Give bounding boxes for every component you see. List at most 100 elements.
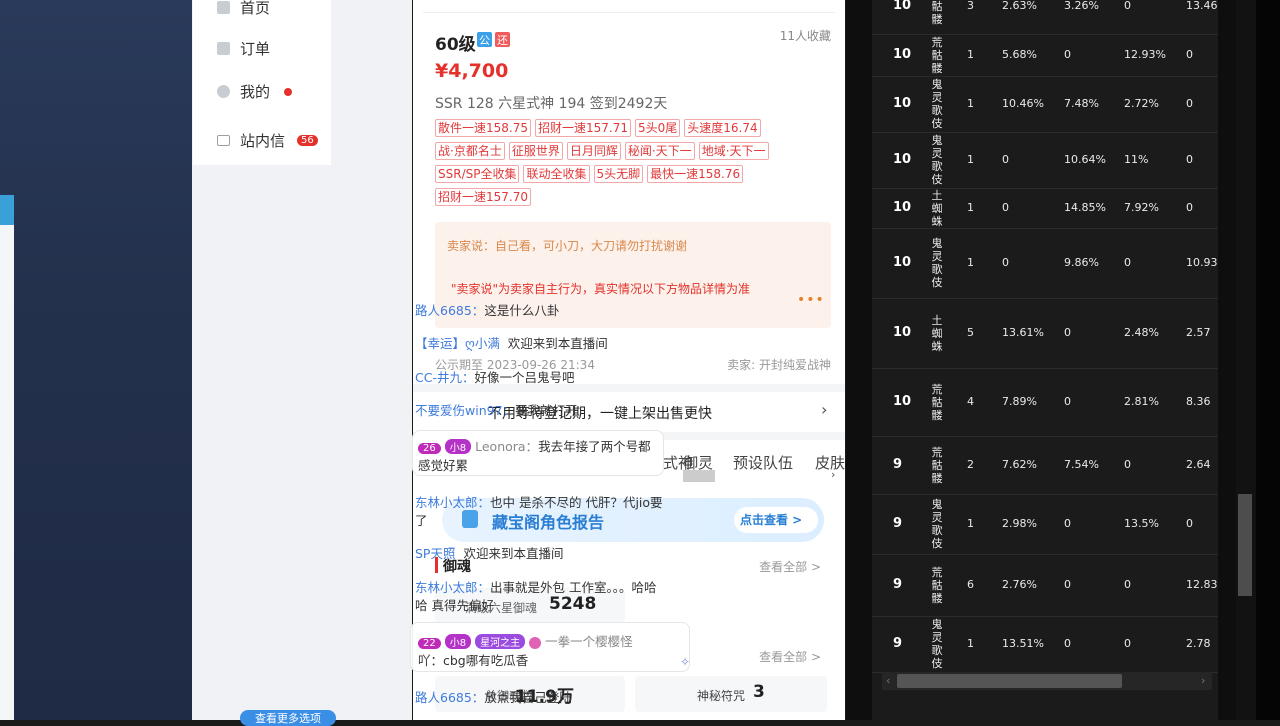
row-divider <box>872 76 1218 77</box>
feature-tag: 招财一速157.70 <box>435 188 531 206</box>
chat-username[interactable]: 路人6685： <box>415 303 484 318</box>
favorite-count[interactable]: 11人收藏 <box>780 27 831 44</box>
chat-text: 要我就打开 <box>515 403 578 418</box>
vertical-scrollbar[interactable] <box>1236 0 1256 720</box>
tab-preset-team[interactable]: 预设队伍 <box>733 452 793 473</box>
feature-tag: SSR/SP全收集 <box>435 165 520 183</box>
horizontal-scroll-thumb[interactable] <box>897 674 1122 688</box>
feature-tag: 联动全收集 <box>523 165 590 183</box>
stat-cell: 2.98% <box>1002 517 1037 530</box>
more-dots-icon[interactable]: ••• <box>797 292 825 308</box>
stat-value: 5248 <box>549 594 597 614</box>
chat-username[interactable]: 不要爱伤win97： <box>415 403 515 418</box>
yuhun-name-cell: 鬼灵歌伎 <box>931 618 943 670</box>
stat-value: 3 <box>753 682 765 702</box>
stat-cell: 0 <box>1002 153 1009 166</box>
chat-username[interactable]: 东林小太郎： <box>415 580 490 595</box>
chat-username[interactable]: SP天照 <box>415 546 455 561</box>
tab-skins[interactable]: 皮肤 <box>815 452 845 473</box>
stat-cell: 7.89% <box>1002 395 1037 408</box>
nav-item-home[interactable]: 首页 <box>217 0 270 18</box>
tab-scroll-thumb[interactable] <box>683 470 715 482</box>
chat-message: 东林小太郎：也中 是杀不尽的 代肝？代jio要 <box>415 492 663 511</box>
nav-item-mine[interactable]: 我的 <box>217 81 293 102</box>
chat-message-continued: 感觉好累 <box>418 458 469 473</box>
feature-tag: 最快一速158.76 <box>647 165 744 183</box>
row-divider <box>872 368 1218 369</box>
stat-cell: 7.54% <box>1064 458 1099 471</box>
yuhun-level-cell: 9 <box>893 577 903 592</box>
yuhun-level-cell: 10 <box>893 96 912 111</box>
yuhun-level-cell: 10 <box>893 325 912 340</box>
yuhun-name-cell: 荒骷髅 <box>931 382 943 422</box>
feature-tag: 战·京都名士 <box>435 142 505 160</box>
chat-text: 放点我自己登陆 <box>484 690 572 705</box>
yuhun-name-cell: 鬼灵歌伎 <box>931 78 943 130</box>
chat-message-continued: 哈 真得先偏好 <box>415 598 494 613</box>
account-level: 60级 <box>435 35 476 55</box>
fan-tag: 小8 <box>444 634 472 649</box>
vertical-scroll-thumb[interactable] <box>1238 494 1252 596</box>
count-cell: 1 <box>967 517 974 530</box>
chat-username[interactable]: Leonora： <box>475 439 538 454</box>
tag-row: 战·京都名士 征服世界 日月同辉 秘闻·天下一 地域·天下一 <box>435 140 773 160</box>
stat-cell: 0 <box>1002 256 1009 269</box>
count-cell: 1 <box>967 153 974 166</box>
bottom-action-button[interactable]: 查看更多选项 <box>240 710 336 726</box>
chat-username[interactable]: 一拳一个樱樱怪 <box>545 634 633 649</box>
feature-tag: 散件一速158.75 <box>435 119 531 137</box>
nav-item-label: 首页 <box>240 0 271 17</box>
scroll-left-icon[interactable]: ‹ <box>886 674 890 687</box>
stat-cell: 2.48% <box>1124 326 1159 339</box>
feature-tag: 征服世界 <box>508 142 563 160</box>
left-side-panel <box>0 195 14 720</box>
view-all-link[interactable]: 查看全部 > <box>759 648 821 665</box>
view-all-link[interactable]: 查看全部 > <box>759 558 821 575</box>
row-divider <box>872 188 1218 189</box>
stat-cell: 13.61% <box>1002 326 1044 339</box>
stat-cell: 2.57 <box>1186 326 1211 339</box>
yuhun-level-cell: 9 <box>893 636 903 651</box>
feature-tag: 5头0尾 <box>635 119 681 137</box>
chat-username[interactable]: CC-井九： <box>415 370 474 385</box>
yuhun-data-table <box>872 0 1218 720</box>
nav-item-orders[interactable]: 订单 <box>217 38 270 59</box>
count-cell: 1 <box>967 637 974 650</box>
tab-scroll-right-icon[interactable]: › <box>831 468 835 481</box>
count-cell: 1 <box>967 201 974 214</box>
stat-cell: 2.76% <box>1002 578 1037 591</box>
honor-badge: 星河之主 <box>475 634 526 649</box>
feature-tag: 秘闻·天下一 <box>624 142 695 160</box>
row-divider <box>872 616 1218 617</box>
yuhun-name-cell: 鬼灵歌伎 <box>931 237 943 289</box>
yuhun-level-cell: 10 <box>893 152 912 167</box>
stat-cell: 0 <box>1002 201 1009 214</box>
user-icon <box>217 85 230 98</box>
stat-cell: 12.93% <box>1124 48 1166 61</box>
report-button[interactable]: 点击查看 > <box>740 511 802 528</box>
stat-cell: 2.64 <box>1186 458 1211 471</box>
seller-name[interactable]: 卖家: 开封纯爱战神 <box>727 356 831 373</box>
stat-cell: 13.51% <box>1002 637 1044 650</box>
chat-message: 26 小8 Leonora：我去年接了两个号都 <box>418 436 651 455</box>
stat-cell: 0 <box>1186 97 1193 110</box>
tag-row: 散件一速158.75 招财一速157.71 5头0尾 头速度16.74 <box>435 117 765 137</box>
chat-username[interactable]: 东林小太郎： <box>415 495 490 510</box>
stat-cell: 2.78 <box>1186 637 1211 650</box>
chat-message-continued: 吖：cbg哪有吃瓜香 <box>418 653 529 668</box>
yuhun-name-cell: 鬼灵歌伎 <box>931 134 943 186</box>
yuhun-level-cell: 10 <box>893 255 912 270</box>
scroll-right-icon[interactable]: › <box>1201 674 1205 687</box>
price: ¥4,700 <box>435 60 509 82</box>
chat-username[interactable]: 路人6685： <box>415 690 484 705</box>
stat-cell: 0 <box>1124 637 1131 650</box>
chat-username[interactable]: ღ小满 <box>465 336 500 351</box>
chat-message: 22 小8 星河之主 一拳一个樱樱怪 <box>418 631 633 650</box>
nav-item-messages[interactable]: 站内信 56 <box>217 130 318 151</box>
window-edge <box>1256 0 1280 720</box>
chevron-right-icon[interactable]: › <box>821 400 827 419</box>
chat-message: 东林小太郎：出事就是外包 工作室。。。哈哈 <box>415 577 657 596</box>
tag-row: SSR/SP全收集 联动全收集 5头无脚 最快一速158.76 <box>435 163 747 183</box>
chat-message: SP天照 欢迎来到本直播间 <box>415 543 563 562</box>
account-summary: SSR 128 六星式神 194 签到2492天 <box>435 96 668 112</box>
